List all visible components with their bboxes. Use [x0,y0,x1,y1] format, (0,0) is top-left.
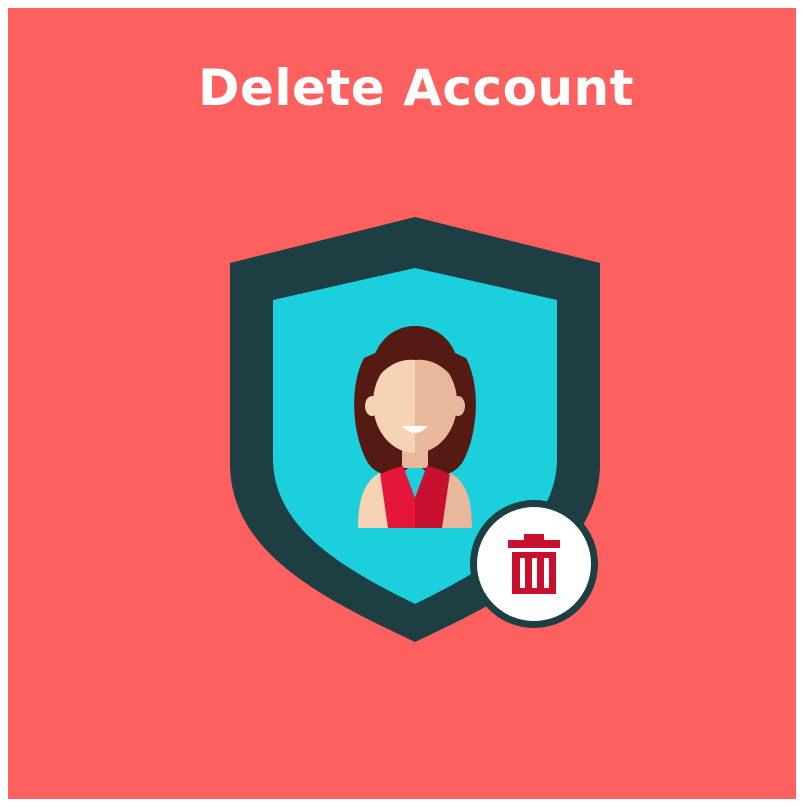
illustration [230,217,600,642]
delete-badge[interactable] [470,500,598,628]
trash-icon [508,534,560,594]
delete-account-banner: Delete Account [8,8,796,799]
